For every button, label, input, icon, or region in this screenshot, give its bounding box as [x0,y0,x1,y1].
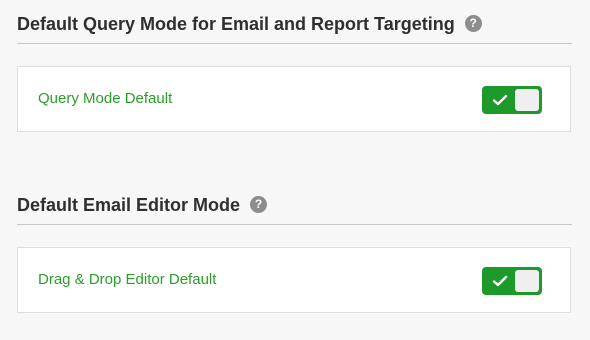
setting-card-email-editor: Drag & Drop Editor Default [17,247,571,313]
check-icon [492,94,508,106]
question-circle-icon[interactable]: ? [250,195,268,213]
section-title: Default Query Mode for Email and Report … [17,14,455,34]
toggle-knob[interactable] [515,270,539,292]
setting-label: Drag & Drop Editor Default [38,271,217,288]
query-mode-default-toggle[interactable] [482,86,542,114]
toggle-knob[interactable] [515,89,539,111]
section-title: Default Email Editor Mode [17,195,241,215]
section-header-query-mode: Default Query Mode for Email and Report … [17,12,572,44]
question-circle-icon[interactable]: ? [464,14,482,32]
drag-drop-editor-default-toggle[interactable] [482,267,542,295]
check-icon [492,275,508,287]
section-header-email-editor-mode: Default Email Editor Mode? [17,193,572,225]
setting-card-query-mode: Query Mode Default [17,66,571,132]
settings-page: Default Query Mode for Email and Report … [0,0,590,340]
setting-label: Query Mode Default [38,90,173,107]
